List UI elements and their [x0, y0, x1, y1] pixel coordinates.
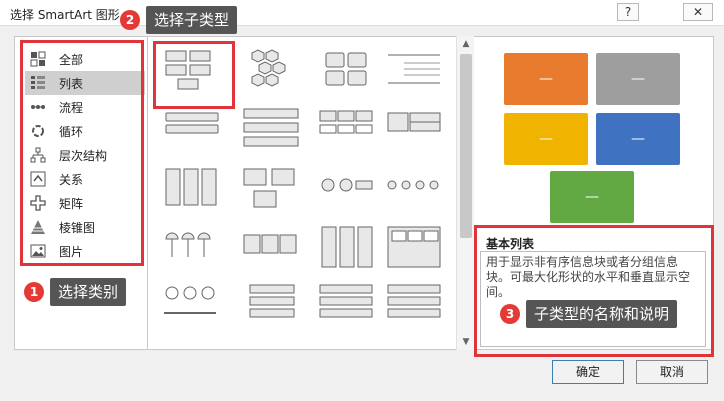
- category-label: 流程: [59, 100, 84, 115]
- layout-thumb-trapezoid-list[interactable]: [240, 163, 300, 213]
- category-label: 棱锥图: [59, 220, 96, 235]
- callout-number: 3: [500, 304, 520, 324]
- callout-label: 选择子类型: [146, 6, 238, 34]
- layout-thumb-picture-accent-list[interactable]: [160, 279, 220, 329]
- layout-thumb-table-list[interactable]: [384, 103, 444, 153]
- scroll-thumb[interactable]: [460, 54, 472, 238]
- preview-box: —: [596, 53, 680, 105]
- scroll-down-icon[interactable]: ▼: [457, 334, 475, 350]
- layout-thumb-bracket-list[interactable]: [384, 223, 444, 273]
- layout-thumb-arrow-list[interactable]: [240, 223, 300, 273]
- callout-label: 选择类别: [50, 278, 127, 306]
- category-item-pyramid[interactable]: 棱锥图: [25, 215, 145, 239]
- category-item-hierarchy[interactable]: 层次结构: [25, 143, 145, 167]
- preview-box: —: [504, 53, 588, 105]
- picture-icon: [29, 242, 47, 260]
- layout-description: 用于显示非有序信息块或者分组信息块。可最大化形状的水平和垂直显示空间。: [486, 255, 691, 299]
- layout-thumb-half-circle-list[interactable]: [160, 223, 220, 273]
- layout-thumb-square-accent-list[interactable]: [316, 279, 376, 329]
- dialog-title: 选择 SmartArt 图形: [10, 8, 120, 22]
- layout-thumb-basic-list[interactable]: [160, 47, 220, 97]
- close-button[interactable]: ✕: [683, 3, 713, 21]
- category-item-relationship[interactable]: 关系: [25, 167, 145, 191]
- preview-box: —: [504, 113, 588, 165]
- category-item-cycle[interactable]: 循环: [25, 119, 145, 143]
- category-item-matrix[interactable]: 矩阵: [25, 191, 145, 215]
- layout-thumb-hexagon-list[interactable]: [240, 47, 300, 97]
- cycle-icon: [29, 122, 47, 140]
- layout-thumb-horizontal-bullet-list[interactable]: [240, 279, 300, 329]
- category-label: 全部: [59, 52, 84, 67]
- title-bar: 选择 SmartArt 图形 ? ✕: [0, 0, 724, 26]
- layout-thumb-vertical-bullet-list[interactable]: [160, 103, 220, 153]
- layout-thumb-lined-list[interactable]: [384, 47, 444, 97]
- category-label: 关系: [59, 172, 84, 187]
- ok-button[interactable]: 确定: [552, 360, 624, 384]
- callout-number: 2: [120, 10, 140, 30]
- list-icon: [29, 74, 47, 92]
- layout-thumb-circle-list[interactable]: [316, 163, 376, 213]
- relationship-icon: [29, 170, 47, 188]
- scroll-up-icon[interactable]: ▲: [457, 36, 475, 52]
- callout-label: 子类型的名称和说明: [526, 300, 678, 328]
- help-button[interactable]: ?: [617, 3, 639, 21]
- process-icon: [29, 98, 47, 116]
- layout-thumb-stacked-list[interactable]: [240, 103, 300, 153]
- layout-thumb-tabbed-list[interactable]: [316, 103, 376, 153]
- layout-thumb-grouped-list[interactable]: [384, 279, 444, 329]
- layout-thumb-circle-line-list[interactable]: [384, 163, 444, 213]
- category-label: 图片: [59, 244, 84, 259]
- category-item-process[interactable]: 流程: [25, 95, 145, 119]
- callout-number: 1: [24, 282, 44, 302]
- gallery-scrollbar[interactable]: ▲ ▼: [456, 36, 474, 350]
- cancel-button[interactable]: 取消: [636, 360, 708, 384]
- category-label: 矩阵: [59, 196, 84, 211]
- layout-thumb-vertical-box-list[interactable]: [160, 163, 220, 213]
- pyramid-icon: [29, 218, 47, 236]
- category-item-all[interactable]: 全部: [25, 47, 145, 71]
- preview-box: —: [596, 113, 680, 165]
- hierarchy-icon: [29, 146, 47, 164]
- layout-preview: — — — — —: [474, 37, 714, 227]
- layout-gallery: [148, 36, 474, 350]
- category-item-picture[interactable]: 图片: [25, 239, 145, 263]
- category-item-list[interactable]: 列表: [25, 71, 145, 95]
- layout-name: 基本列表: [486, 237, 535, 251]
- layout-thumb-vertical-picture-list[interactable]: [316, 223, 376, 273]
- matrix-icon: [29, 194, 47, 212]
- layout-thumb-grid-list[interactable]: [316, 47, 376, 97]
- category-list: 全部 列表 流程 循环 层次结构 关系 矩阵 棱锥图 图片: [25, 47, 145, 263]
- category-label: 循环: [59, 124, 84, 139]
- preview-box: —: [550, 171, 634, 223]
- category-label: 列表: [59, 76, 84, 91]
- all-icon: [29, 50, 47, 68]
- category-label: 层次结构: [59, 148, 108, 163]
